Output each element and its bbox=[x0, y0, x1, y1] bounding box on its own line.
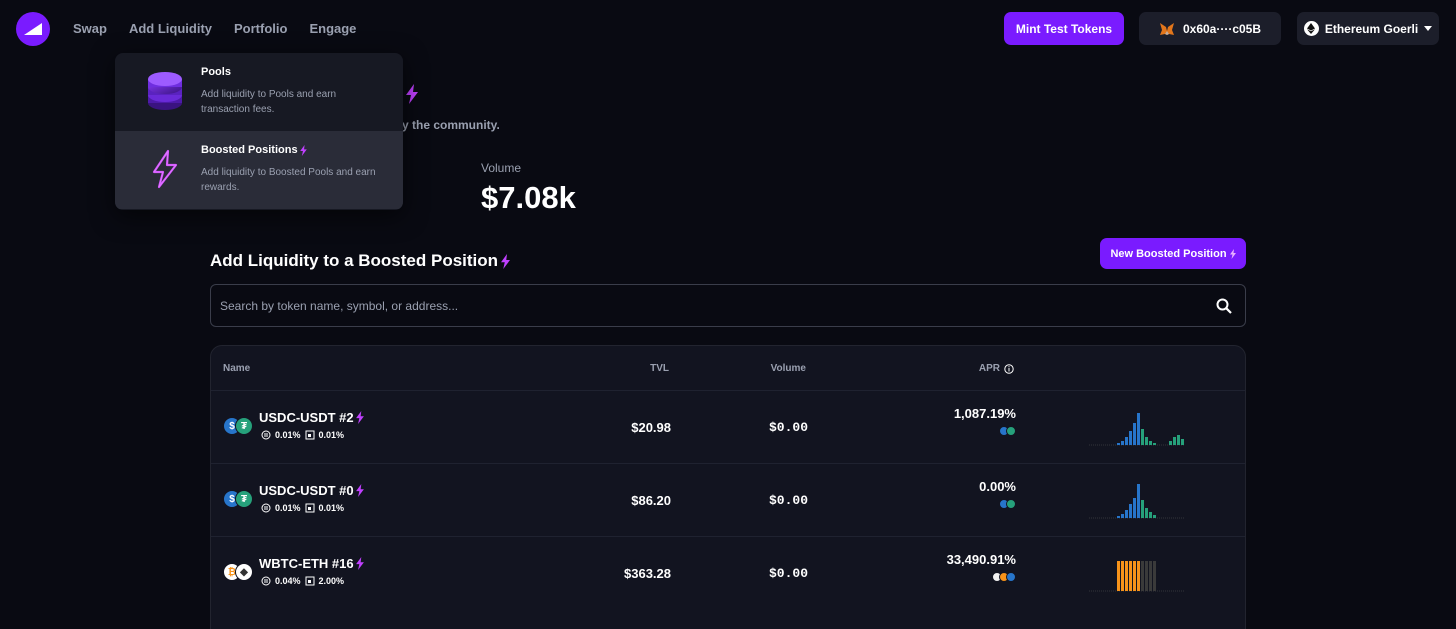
usdt-icon bbox=[1006, 426, 1016, 436]
logo-icon bbox=[24, 23, 42, 35]
volume-stat-label: Volume bbox=[481, 161, 522, 175]
range-width-icon bbox=[305, 503, 315, 513]
range-width-icon bbox=[305, 576, 315, 586]
row-fee-info: 0.04% 2.00% bbox=[261, 576, 344, 586]
dropdown-boosted-title: Boosted Positions bbox=[201, 144, 307, 156]
usdt-icon: ₮ bbox=[235, 417, 253, 435]
metamask-fox-icon bbox=[1159, 22, 1174, 35]
dropdown-item-pools[interactable]: Pools Add liquidity to Pools and earn tr… bbox=[115, 53, 403, 131]
dropdown-pools-description: Add liquidity to Pools and earn transact… bbox=[201, 89, 337, 115]
mint-test-tokens-button[interactable]: Mint Test Tokens bbox=[1004, 12, 1124, 45]
token-pair-icons: $ ₮ bbox=[223, 417, 253, 435]
row-tvl: $20.98 bbox=[631, 420, 671, 435]
search-icon[interactable] bbox=[1216, 298, 1232, 314]
liquidity-distribution-chart bbox=[1089, 484, 1185, 519]
main-nav: Swap Add Liquidity Portfolio Engage bbox=[73, 21, 356, 36]
range-width: 0.01% bbox=[318, 503, 345, 513]
usdt-icon bbox=[1006, 499, 1016, 509]
range-width: 0.01% bbox=[318, 430, 345, 440]
token-pair-icons: $ ₮ bbox=[223, 490, 253, 508]
ethereum-icon bbox=[1303, 21, 1319, 36]
nav-add-liquidity[interactable]: Add Liquidity bbox=[129, 21, 212, 36]
network-label: Ethereum Goerli bbox=[1324, 21, 1419, 36]
range-width: 2.00% bbox=[318, 576, 345, 586]
search-box bbox=[210, 284, 1246, 327]
fee-tier: 0.04% bbox=[275, 576, 301, 586]
new-boosted-position-label: New Boosted Position bbox=[1110, 247, 1227, 260]
bolt-icon bbox=[1229, 248, 1236, 259]
dropdown-item-boosted-positions[interactable]: Boosted Positions Add liquidity to Boost… bbox=[115, 131, 403, 209]
reward-token-icons bbox=[999, 499, 1016, 509]
swap-fee-icon bbox=[261, 576, 271, 586]
row-fee-info: 0.01% 0.01% bbox=[261, 503, 344, 513]
chevron-down-icon bbox=[1424, 26, 1433, 31]
row-name: USDC-USDT #2 bbox=[259, 410, 364, 425]
reward-token-icons bbox=[992, 572, 1016, 582]
header-apr: APR bbox=[979, 363, 1014, 374]
info-icon[interactable] bbox=[1004, 363, 1014, 374]
section-title: Add Liquidity to a Boosted Position bbox=[210, 251, 511, 271]
add-liquidity-dropdown: Pools Add liquidity to Pools and earn tr… bbox=[115, 53, 403, 210]
bolt-icon bbox=[501, 253, 511, 269]
row-fee-info: 0.01% 0.01% bbox=[261, 430, 344, 440]
bolt-icon bbox=[355, 484, 364, 497]
table-row[interactable]: $ ₮ USDC-USDT #2 0.01% 0.01% $20.98 $0.0… bbox=[211, 390, 1245, 463]
boosted-positions-table: Name TVL Volume APR $ ₮ USDC-USDT #2 0.0… bbox=[210, 345, 1246, 629]
liquidity-distribution-chart bbox=[1089, 413, 1185, 446]
reward-token-icons bbox=[999, 426, 1016, 436]
network-selector[interactable]: Ethereum Goerli bbox=[1297, 12, 1439, 45]
usdc-icon bbox=[1006, 572, 1016, 582]
bolt-icon bbox=[299, 144, 307, 156]
new-boosted-position-button[interactable]: New Boosted Position bbox=[1100, 238, 1246, 269]
table-row[interactable]: ₿ ◆ WBTC-ETH #16 0.04% 2.00% $363.28 $0.… bbox=[211, 536, 1245, 609]
eth-icon: ◆ bbox=[235, 563, 253, 581]
page-subtitle: y the community. bbox=[402, 118, 500, 132]
volume-stat-value: $7.08k bbox=[481, 180, 576, 215]
section-title-text: Add Liquidity to a Boosted Position bbox=[210, 251, 499, 270]
fee-tier: 0.01% bbox=[275, 503, 301, 513]
app-logo[interactable] bbox=[16, 12, 50, 46]
row-name: USDC-USDT #0 bbox=[259, 483, 364, 498]
header-name: Name bbox=[223, 363, 251, 374]
row-volume: $0.00 bbox=[768, 420, 808, 435]
token-pair-icons: ₿ ◆ bbox=[223, 563, 253, 581]
liquidity-distribution-chart bbox=[1089, 561, 1185, 592]
table-row[interactable]: $ ₮ USDC-USDT #0 0.01% 0.01% $86.20 $0.0… bbox=[211, 463, 1245, 536]
nav-swap[interactable]: Swap bbox=[73, 21, 107, 36]
row-volume: $0.00 bbox=[768, 566, 808, 581]
row-tvl: $86.20 bbox=[631, 493, 671, 508]
bolt-icon bbox=[405, 83, 418, 104]
pools-stack-icon bbox=[148, 72, 182, 110]
row-apr: 33,490.91% bbox=[946, 552, 1016, 567]
row-tvl: $363.28 bbox=[624, 566, 671, 581]
row-volume: $0.00 bbox=[768, 493, 808, 508]
row-apr: 0.00% bbox=[979, 479, 1016, 494]
nav-engage[interactable]: Engage bbox=[309, 21, 356, 36]
nav-portfolio[interactable]: Portfolio bbox=[234, 21, 287, 36]
fee-tier: 0.01% bbox=[275, 430, 301, 440]
bolt-icon bbox=[355, 411, 364, 424]
header-apr-label: APR bbox=[978, 363, 1000, 374]
dropdown-boosted-description: Add liquidity to Boosted Pools and earn … bbox=[201, 167, 376, 193]
header-volume: Volume bbox=[770, 363, 806, 374]
wallet-button[interactable]: 0x60a····c05B bbox=[1139, 12, 1281, 45]
swap-fee-icon bbox=[261, 503, 271, 513]
range-width-icon bbox=[305, 430, 315, 440]
boosted-bolt-icon bbox=[152, 149, 178, 189]
search-input[interactable] bbox=[220, 285, 1200, 326]
row-apr: 1,087.19% bbox=[953, 406, 1016, 421]
swap-fee-icon bbox=[261, 430, 271, 440]
dropdown-pools-title: Pools bbox=[201, 66, 231, 78]
wallet-address: 0x60a····c05B bbox=[1182, 21, 1262, 36]
usdt-icon: ₮ bbox=[235, 490, 253, 508]
bolt-icon bbox=[355, 557, 364, 570]
header-tvl: TVL bbox=[650, 363, 669, 374]
row-name: WBTC-ETH #16 bbox=[259, 556, 364, 571]
